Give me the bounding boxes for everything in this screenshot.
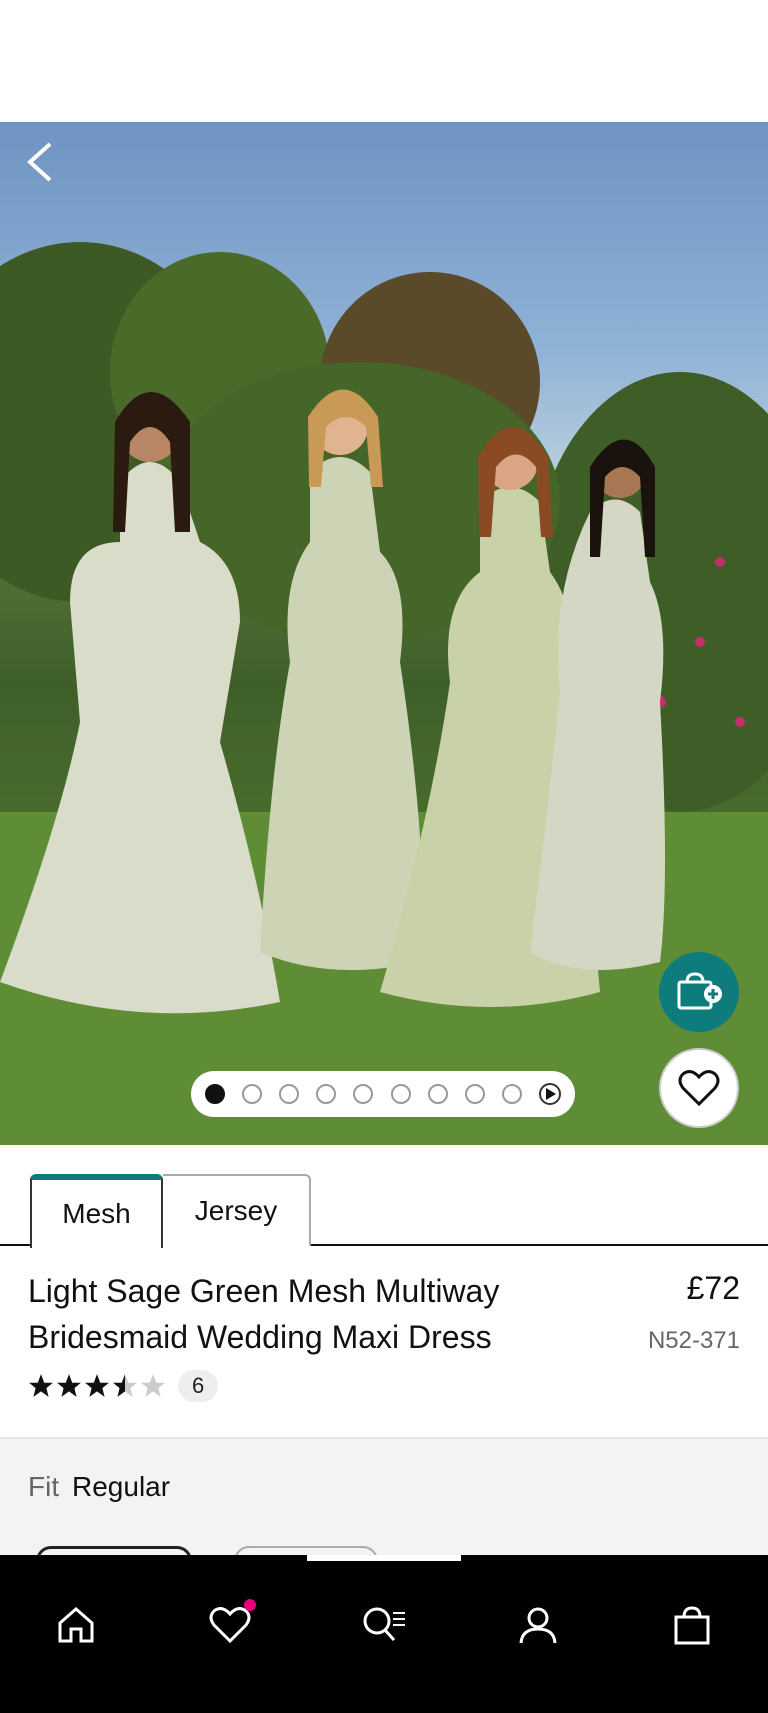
product-image-gallery[interactable] (0, 122, 768, 1145)
review-count[interactable]: 6 (178, 1370, 219, 1402)
pager-dot[interactable] (205, 1084, 225, 1104)
star-empty-icon (141, 1374, 165, 1397)
pager-dot[interactable] (501, 1084, 522, 1104)
tab-jersey[interactable]: Jersey (163, 1174, 311, 1246)
search-list-icon (363, 1607, 405, 1642)
product-rating[interactable]: 6 (28, 1370, 219, 1402)
pager-dot[interactable] (353, 1084, 374, 1104)
image-pager[interactable] (191, 1071, 575, 1117)
fabric-tabs: Mesh Jersey (0, 1172, 768, 1248)
fit-label: Fit (28, 1471, 60, 1502)
heart-icon (209, 1607, 251, 1644)
star-full-icon (29, 1374, 53, 1397)
product-title: Light Sage Green Mesh Multiway Bridesmai… (28, 1273, 500, 1355)
top-bar (0, 0, 768, 122)
bag-icon (674, 1606, 710, 1645)
nav-home[interactable] (38, 1595, 114, 1655)
star-half-icon (113, 1374, 137, 1397)
tab-mesh[interactable]: Mesh (30, 1174, 163, 1248)
product-price: £72 (686, 1270, 740, 1306)
pager-dot[interactable] (390, 1084, 411, 1104)
nav-favourites[interactable] (192, 1595, 268, 1655)
pager-dot[interactable] (464, 1084, 485, 1104)
product-sku: N52-371 (647, 1327, 740, 1354)
pager-dot[interactable] (242, 1084, 263, 1104)
nav-active-indicator (307, 1555, 461, 1561)
user-icon (519, 1607, 557, 1644)
play-icon (545, 1088, 556, 1100)
favourites-badge (244, 1599, 256, 1611)
bottom-nav (0, 1555, 768, 1713)
back-button[interactable] (22, 140, 62, 184)
chevron-left-icon (27, 142, 52, 182)
favourite-button[interactable] (659, 1048, 739, 1128)
home-icon (58, 1607, 94, 1643)
star-full-icon (85, 1374, 109, 1397)
fit-value: Regular (72, 1471, 171, 1502)
pager-dot[interactable] (279, 1084, 300, 1104)
bag-plus-icon (677, 972, 722, 1010)
nav-account[interactable] (500, 1595, 576, 1655)
video-slide-button[interactable] (538, 1083, 561, 1105)
pager-dot[interactable] (427, 1084, 448, 1104)
pager-dot[interactable] (316, 1084, 337, 1104)
fit-section: Fit Regular (0, 1439, 768, 1576)
nav-search[interactable] (346, 1595, 422, 1655)
add-to-bag-button[interactable] (659, 952, 739, 1032)
heart-icon (678, 1070, 720, 1107)
product-photo (0, 242, 768, 1145)
star-full-icon (57, 1374, 81, 1397)
nav-bag[interactable] (654, 1595, 730, 1655)
